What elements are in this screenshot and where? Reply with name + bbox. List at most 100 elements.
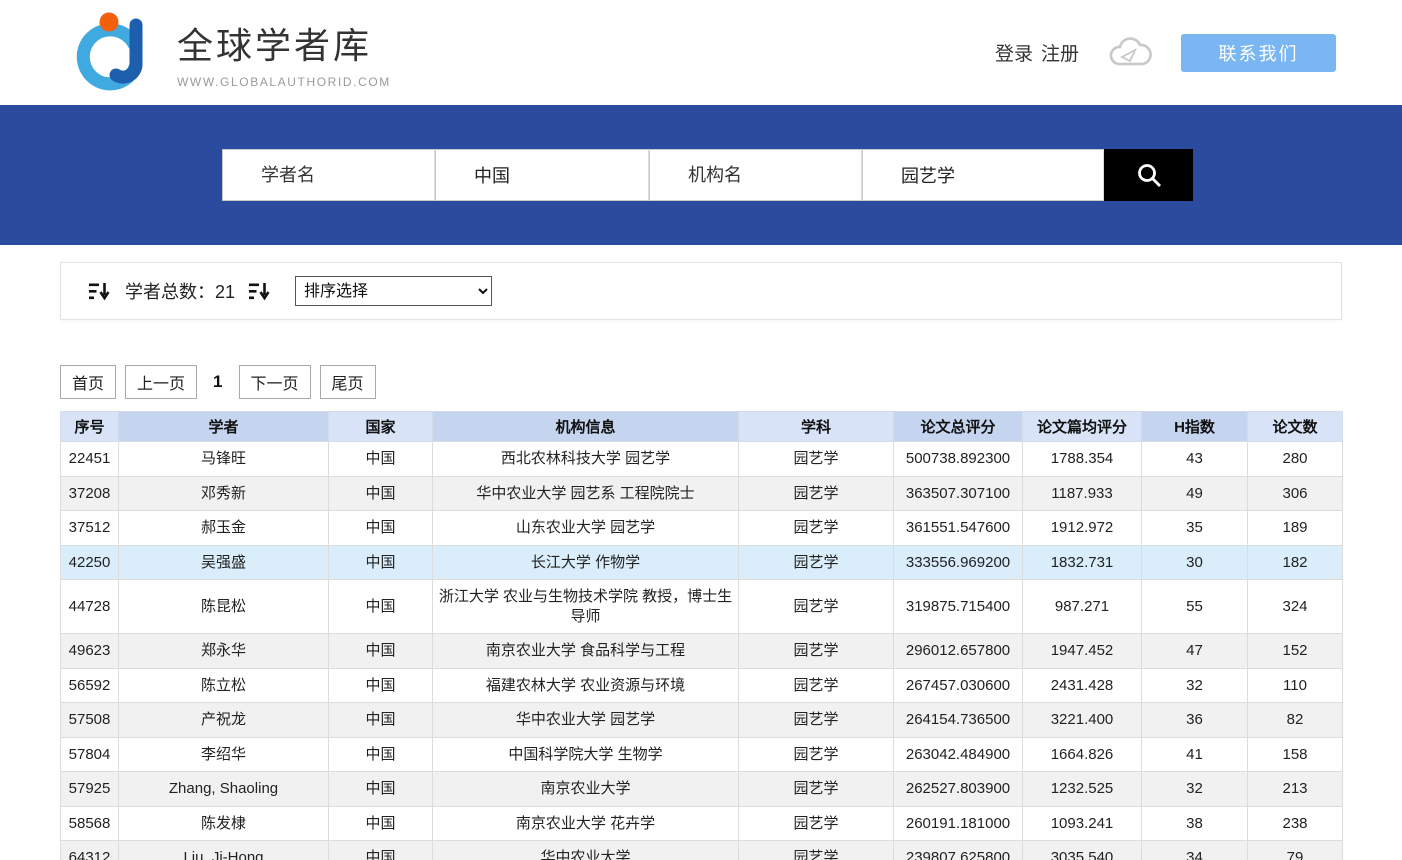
contact-us-button[interactable]: 联系我们: [1181, 34, 1336, 72]
sort-descending-icon[interactable]: [89, 282, 111, 301]
cell-avg-score: 1232.525: [1023, 772, 1142, 807]
prev-page-button[interactable]: 上一页: [125, 365, 197, 399]
cell-country: 中国: [329, 476, 433, 511]
header-paper-count: 论文数: [1248, 412, 1343, 442]
cell-subject: 园艺学: [739, 476, 894, 511]
cell-avg-score: 1788.354: [1023, 442, 1142, 477]
header-right: 登录 注册 联系我们: [995, 34, 1336, 72]
logo-area[interactable]: 全球学者库 WWW.GLOBALAUTHORID.COM: [75, 12, 391, 94]
cell-id: 37512: [61, 511, 119, 546]
last-page-button[interactable]: 尾页: [320, 365, 376, 399]
cell-country: 中国: [329, 772, 433, 807]
cell-h-index: 34: [1142, 841, 1248, 860]
cell-id: 58568: [61, 806, 119, 841]
cell-total-score: 262527.803900: [894, 772, 1023, 807]
table-row[interactable]: 37512郝玉金中国山东农业大学 园艺学园艺学361551.5476001912…: [61, 511, 1343, 546]
sort-descending-icon[interactable]: [249, 282, 271, 301]
scholar-table: 序号 学者 国家 机构信息 学科 论文总评分 论文篇均评分 H指数 论文数 22…: [60, 411, 1343, 860]
search-band: [0, 105, 1402, 245]
cell-country: 中国: [329, 841, 433, 860]
cell-total-score: 296012.657800: [894, 634, 1023, 669]
cell-h-index: 41: [1142, 737, 1248, 772]
cell-institution: 南京农业大学: [433, 772, 739, 807]
cell-total-score: 239807.625800: [894, 841, 1023, 860]
header-scholar: 学者: [119, 412, 329, 442]
cell-avg-score: 3035.540: [1023, 841, 1142, 860]
cell-subject: 园艺学: [739, 841, 894, 860]
cell-h-index: 32: [1142, 772, 1248, 807]
cell-country: 中国: [329, 737, 433, 772]
search-button[interactable]: [1104, 149, 1193, 201]
login-link[interactable]: 登录: [995, 39, 1033, 66]
cell-total-score: 361551.547600: [894, 511, 1023, 546]
cell-h-index: 43: [1142, 442, 1248, 477]
cell-institution: 浙江大学 农业与生物技术学院 教授，博士生导师: [433, 580, 739, 634]
cell-h-index: 35: [1142, 511, 1248, 546]
cell-institution: 南京农业大学 花卉学: [433, 806, 739, 841]
table-row[interactable]: 57804李绍华中国中国科学院大学 生物学园艺学263042.484900166…: [61, 737, 1343, 772]
cell-subject: 园艺学: [739, 545, 894, 580]
header-id: 序号: [61, 412, 119, 442]
site-url: WWW.GLOBALAUTHORID.COM: [177, 75, 391, 89]
cell-avg-score: 1912.972: [1023, 511, 1142, 546]
globalauthorid-logo-icon: [75, 12, 155, 94]
cell-scholar: Liu, Ji-Hong: [119, 841, 329, 860]
cell-total-score: 263042.484900: [894, 737, 1023, 772]
cell-institution: 长江大学 作物学: [433, 545, 739, 580]
table-row[interactable]: 37208邓秀新中国华中农业大学 园艺系 工程院院士园艺学363507.3071…: [61, 476, 1343, 511]
register-link[interactable]: 注册: [1041, 39, 1079, 66]
cell-avg-score: 1187.933: [1023, 476, 1142, 511]
magnifier-icon: [1135, 161, 1163, 189]
cell-id: 37208: [61, 476, 119, 511]
cell-scholar: 马锋旺: [119, 442, 329, 477]
cell-subject: 园艺学: [739, 580, 894, 634]
sort-select[interactable]: 排序选择: [295, 276, 492, 306]
table-row[interactable]: 58568陈发棣中国南京农业大学 花卉学园艺学260191.1810001093…: [61, 806, 1343, 841]
cell-subject: 园艺学: [739, 806, 894, 841]
cell-id: 57925: [61, 772, 119, 807]
cell-subject: 园艺学: [739, 668, 894, 703]
subject-input[interactable]: [862, 149, 1104, 201]
table-row[interactable]: 57508产祝龙中国华中农业大学 园艺学园艺学264154.7365003221…: [61, 703, 1343, 738]
cell-scholar: 郑永华: [119, 634, 329, 669]
next-page-button[interactable]: 下一页: [239, 365, 311, 399]
cell-country: 中国: [329, 580, 433, 634]
current-page-number: 1: [206, 372, 229, 392]
table-row[interactable]: 49623郑永华中国南京农业大学 食品科学与工程园艺学296012.657800…: [61, 634, 1343, 669]
header-institution: 机构信息: [433, 412, 739, 442]
table-row[interactable]: 57925Zhang, Shaoling中国南京农业大学园艺学262527.80…: [61, 772, 1343, 807]
header-h-index: H指数: [1142, 412, 1248, 442]
first-page-button[interactable]: 首页: [60, 365, 116, 399]
cell-h-index: 55: [1142, 580, 1248, 634]
table-row[interactable]: 64312Liu, Ji-Hong中国华中农业大学园艺学239807.62580…: [61, 841, 1343, 860]
cell-papers: 280: [1248, 442, 1343, 477]
cell-subject: 园艺学: [739, 442, 894, 477]
table-row[interactable]: 44728陈昆松中国浙江大学 农业与生物技术学院 教授，博士生导师园艺学3198…: [61, 580, 1343, 634]
cell-avg-score: 1947.452: [1023, 634, 1142, 669]
cell-id: 49623: [61, 634, 119, 669]
institution-input[interactable]: [649, 149, 862, 201]
cell-scholar: 陈立松: [119, 668, 329, 703]
cell-avg-score: 1664.826: [1023, 737, 1142, 772]
cell-id: 57508: [61, 703, 119, 738]
cell-scholar: 陈发棣: [119, 806, 329, 841]
total-scholars-label: 学者总数：21: [125, 278, 235, 304]
header-avg-score: 论文篇均评分: [1023, 412, 1142, 442]
cell-total-score: 333556.969200: [894, 545, 1023, 580]
table-row[interactable]: 22451马锋旺中国西北农林科技大学 园艺学园艺学500738.89230017…: [61, 442, 1343, 477]
cell-total-score: 264154.736500: [894, 703, 1023, 738]
cell-h-index: 30: [1142, 545, 1248, 580]
cell-id: 44728: [61, 580, 119, 634]
cell-id: 57804: [61, 737, 119, 772]
header-subject: 学科: [739, 412, 894, 442]
cell-total-score: 500738.892300: [894, 442, 1023, 477]
country-input[interactable]: [435, 149, 649, 201]
cell-scholar: 邓秀新: [119, 476, 329, 511]
cell-h-index: 36: [1142, 703, 1248, 738]
cell-h-index: 38: [1142, 806, 1248, 841]
pagination: 首页 上一页 1 下一页 尾页: [60, 365, 1402, 399]
cell-id: 22451: [61, 442, 119, 477]
table-row[interactable]: 42250吴强盛中国长江大学 作物学园艺学333556.9692001832.7…: [61, 545, 1343, 580]
table-row[interactable]: 56592陈立松中国福建农林大学 农业资源与环境园艺学267457.030600…: [61, 668, 1343, 703]
scholar-name-input[interactable]: [222, 149, 435, 201]
